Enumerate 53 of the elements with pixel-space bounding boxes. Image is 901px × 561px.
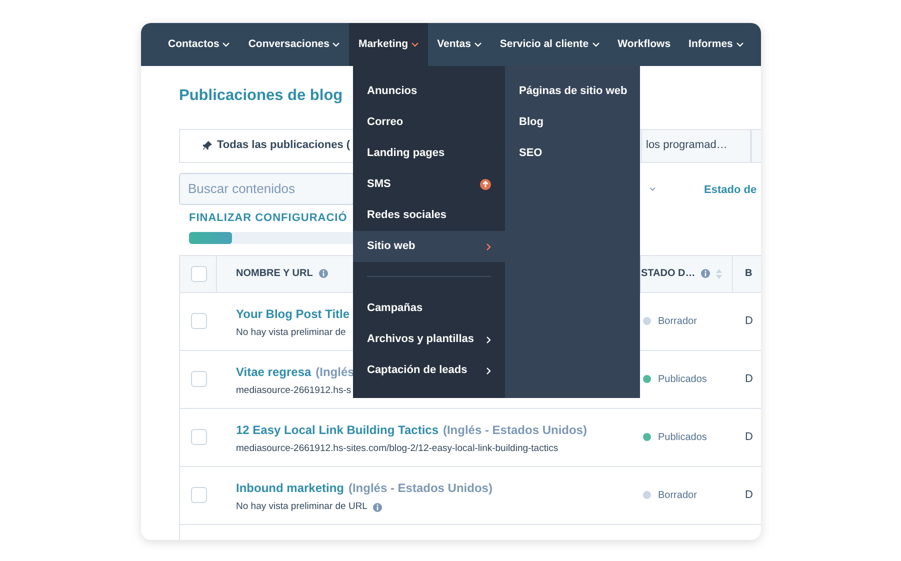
post-language: (Inglés - Estados Unidos) [442, 422, 587, 437]
menu-item[interactable]: Archivos y plantillas [353, 324, 505, 355]
search-field[interactable]: Buscar contenidos [179, 172, 354, 205]
post-title-link[interactable]: Inbound marketing [236, 480, 344, 495]
table-cell-text: D [745, 430, 753, 445]
checkbox[interactable] [191, 313, 207, 330]
post-language: (Inglés - Estados Unidos) [348, 480, 492, 495]
filter-link[interactable]: Estado de [704, 182, 757, 198]
nav-item[interactable]: Workflows [608, 23, 680, 66]
submenu-item[interactable]: Páginas de sitio web [505, 76, 640, 107]
post-url: mediasource-2661912.hs-s [236, 384, 352, 398]
column-header: B [745, 267, 752, 282]
column-header: NOMBRE Y URL [236, 267, 313, 282]
menu-item[interactable]: SMS [353, 169, 505, 200]
table-cell-text: D [745, 372, 753, 387]
status-text: Borrador [658, 488, 697, 503]
status-text: Publicados [658, 372, 707, 387]
menu-item[interactable]: Correo [353, 107, 505, 138]
column-header: STADO D… [641, 267, 696, 282]
nav-item[interactable]: Marketing [349, 23, 428, 66]
submenu-item[interactable]: Blog [505, 107, 640, 138]
nav-item[interactable]: Conversaciones [239, 23, 350, 66]
sort-icon[interactable] [716, 268, 722, 279]
menu-item[interactable]: Sitio web [353, 231, 505, 262]
menu-item[interactable]: Redes sociales [353, 200, 505, 231]
tab[interactable]: los programad… [641, 130, 751, 162]
post-title-link[interactable]: Your Blog Post Title [236, 306, 350, 321]
setup-link[interactable]: FINALIZAR CONFIGURACIÓ [189, 210, 348, 226]
checkbox[interactable] [191, 266, 207, 282]
post-url: mediasource-2661912.hs-sites.com/blog-2/12-easy-local-link-building-tactics [236, 442, 558, 456]
nav-item[interactable]: Informes [680, 23, 753, 66]
status-text: Borrador [658, 314, 697, 329]
checkbox[interactable] [191, 371, 207, 388]
post-title-link[interactable]: Vitae regresa [236, 364, 312, 379]
caret-icon [649, 187, 656, 191]
post-url: No hay vista preliminar de URL [236, 500, 368, 514]
nav-item[interactable]: Contactos [159, 23, 240, 66]
checkbox[interactable] [191, 487, 207, 504]
post-language: (Inglés [316, 364, 354, 379]
nav-item[interactable]: Ventas [428, 23, 491, 66]
status-text: Publicados [658, 430, 707, 445]
submenu-item[interactable]: SEO [505, 138, 640, 169]
menu-item[interactable]: Anuncios [353, 76, 505, 107]
page-title: Publicaciones de blog [179, 87, 343, 106]
table-cell-text: D [745, 488, 753, 503]
menu-item[interactable]: Landing pages [353, 138, 505, 169]
menu-item[interactable]: Campañas [353, 293, 505, 324]
checkbox[interactable] [191, 429, 207, 446]
menu-item[interactable]: Captación de leads [353, 355, 505, 386]
table-cell-text: D [745, 314, 753, 329]
nav-item[interactable]: Servicio al cliente [490, 23, 609, 66]
post-url: No hay vista preliminar de [236, 326, 346, 340]
post-title-link[interactable]: 12 Easy Local Link Building Tactics [236, 422, 439, 437]
